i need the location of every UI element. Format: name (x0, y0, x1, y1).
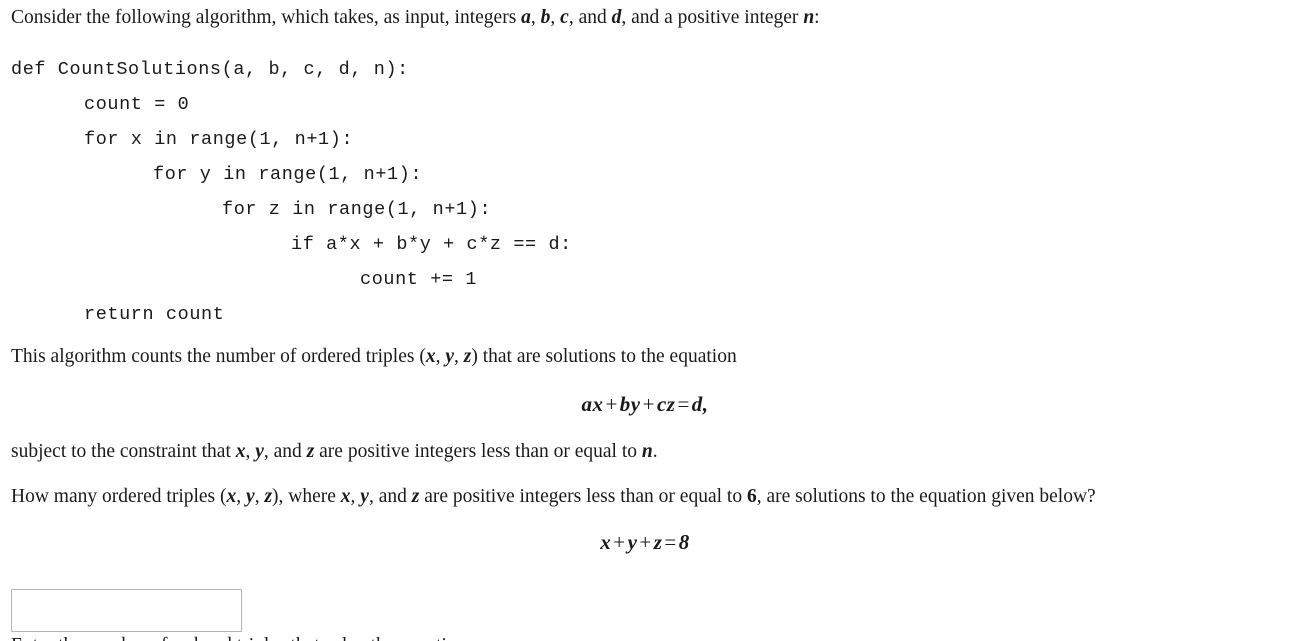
variable-d: d (611, 7, 622, 28)
equation-equals: = (677, 392, 690, 416)
question-comma-1: , (350, 486, 361, 507)
intro-colon: : (814, 7, 820, 28)
question-paragraph: How many ordered triples (x, y, z), wher… (11, 485, 1096, 509)
specific-equation-rhs: 8 (678, 530, 690, 554)
constraint-variable-n: n (641, 441, 653, 462)
code-line: for x in range(1, n+1): (84, 129, 354, 150)
question-triple-variable-z: z (264, 486, 273, 507)
constraint-period: . (652, 441, 658, 462)
general-equation: ax+by+cz=d, (0, 392, 1290, 417)
intro-paragraph: Consider the following algorithm, which … (11, 6, 820, 30)
equation-term-by: by (619, 392, 641, 416)
specific-equation-plus-1: + (613, 530, 626, 554)
equation-rhs-d: d, (691, 392, 709, 416)
specific-equation-plus-2: + (639, 530, 652, 554)
variable-b: b (540, 7, 551, 28)
specific-equation: x+y+z=8 (0, 530, 1290, 555)
code-line: count += 1 (360, 269, 478, 290)
constraint-paragraph: subject to the constraint that x, y, and… (11, 440, 658, 464)
equation-term-ax: ax (581, 392, 604, 416)
question-triple-comma-2: , (254, 486, 265, 507)
question-upper-bound: 6 (746, 486, 757, 507)
constraint-text-part2: are positive integers less than or equal… (314, 441, 642, 462)
code-line: if a*x + b*y + c*z == d: (291, 234, 572, 255)
specific-equation-term-x: x (600, 530, 612, 554)
equation-term-cz: cz (656, 392, 676, 416)
constraint-text-part1: subject to the constraint that (11, 441, 236, 462)
variable-a: a (521, 7, 531, 28)
intro-separator-3: , and (568, 7, 612, 28)
constraint-variable-x: x (235, 441, 246, 462)
intro-text-after-variables: , and a positive integer (621, 7, 804, 28)
code-line: return count (84, 304, 225, 325)
question-triple-variable-y: y (246, 486, 255, 507)
question-variable-y: y (360, 486, 369, 507)
code-line: count = 0 (84, 94, 190, 115)
specific-equation-term-y: y (627, 530, 638, 554)
problem-page: Consider the following algorithm, which … (0, 0, 1311, 641)
algorithm-code-block: def CountSolutions(a, b, c, d, n): count… (0, 52, 1311, 332)
question-triple-comma-1: , (236, 486, 247, 507)
triples-text-part2: that are solutions to the equation (477, 346, 737, 367)
code-line: def CountSolutions(a, b, c, d, n): (11, 59, 409, 80)
triples-description-paragraph: This algorithm counts the number of orde… (11, 345, 737, 369)
constraint-variable-y: y (255, 441, 264, 462)
triple-variable-x: x (425, 346, 436, 367)
triple-variable-y: y (445, 346, 454, 367)
constraint-comma-1: , (245, 441, 256, 462)
question-triple-variable-x: x (226, 486, 237, 507)
question-comma-2: , and (368, 486, 412, 507)
code-line: for z in range(1, n+1): (222, 199, 492, 220)
question-text-part2: , where (278, 486, 341, 507)
constraint-comma-2: , and (263, 441, 307, 462)
intro-separator-2: , (550, 7, 561, 28)
intro-separator-1: , (530, 7, 541, 28)
code-line: for y in range(1, n+1): (153, 164, 423, 185)
clipped-bottom-text: Enter the number of ordered triples that… (11, 634, 471, 641)
equation-plus-1: + (605, 392, 618, 416)
question-text-part4: , are solutions to the equation given be… (756, 486, 1096, 507)
specific-equation-equals: = (664, 530, 677, 554)
variable-c: c (560, 7, 569, 28)
question-text-part3: are positive integers less than or equal… (419, 486, 747, 507)
equation-plus-2: + (642, 392, 655, 416)
triples-text-part1: This algorithm counts the number of orde… (11, 346, 420, 367)
question-variable-x: x (340, 486, 351, 507)
question-text-part1: How many ordered triples (11, 486, 221, 507)
triple-comma-1: , (435, 346, 446, 367)
triple-comma-2: , (453, 346, 464, 367)
answer-input[interactable] (11, 589, 242, 632)
intro-text-before-variables: Consider the following algorithm, which … (11, 7, 522, 28)
variable-n: n (803, 7, 815, 28)
